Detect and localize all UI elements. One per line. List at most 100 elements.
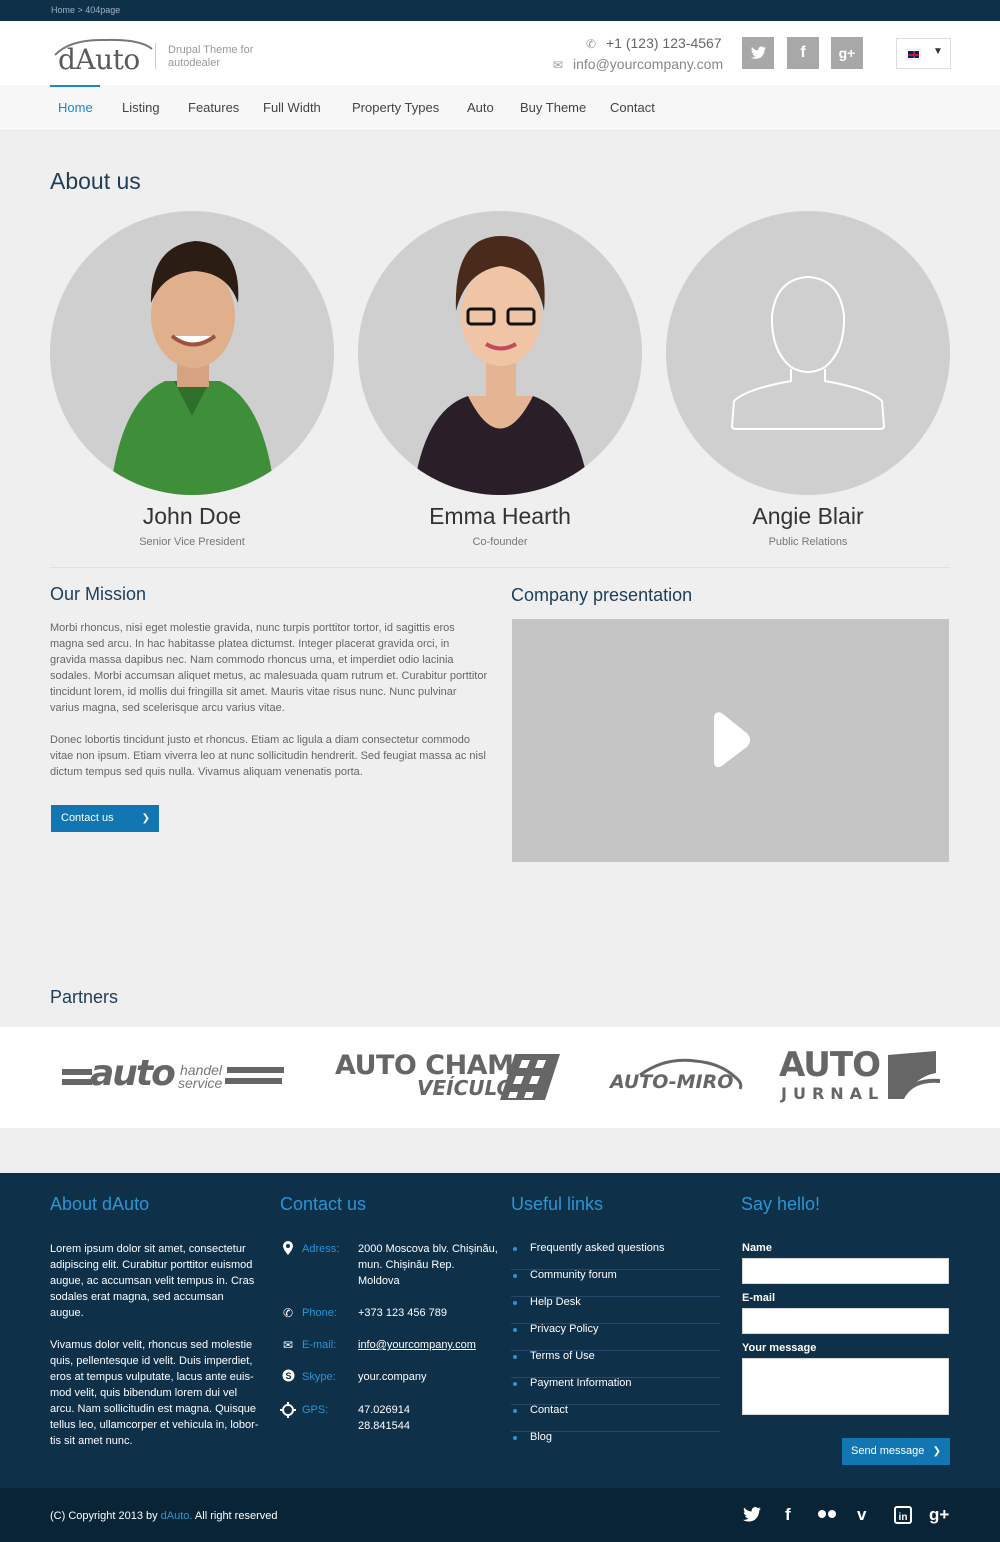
- copyright-suffix: All right reserved: [192, 1510, 278, 1522]
- partner-logo[interactable]: AUTO JURNAL: [779, 1045, 941, 1105]
- footer-link-label: Frequently asked questions: [530, 1242, 665, 1254]
- partner-logo-subtext: JURNAL: [781, 1084, 885, 1103]
- twitter-icon[interactable]: [742, 1505, 762, 1528]
- footer-link[interactable]: Contact: [511, 1404, 720, 1432]
- svg-text:in: in: [899, 1512, 908, 1523]
- copyright-bar: (C) Copyright 2013 by dAuto. All right r…: [0, 1488, 1000, 1542]
- address-value: 2000 Moscova blv. Chișinău, mun. Chișină…: [358, 1243, 498, 1287]
- bullet-icon: [513, 1409, 517, 1413]
- bullet-icon: [513, 1382, 517, 1386]
- svg-text:S: S: [285, 1371, 291, 1381]
- phone-value: +373 123 456 789: [358, 1307, 448, 1319]
- partner-logo[interactable]: AUTO-MIRO: [610, 1057, 745, 1097]
- mission-paragraph: Morbi rhoncus, nisi eget molestie gravid…: [50, 622, 488, 714]
- main-nav: Home Listing Features Full Width Propert…: [0, 85, 1000, 131]
- nav-item-listing[interactable]: Listing: [122, 100, 160, 115]
- partner-logo-subtext: service: [178, 1075, 223, 1091]
- footer-link-label: Payment Information: [530, 1377, 632, 1389]
- gps-label: GPS:: [302, 1404, 329, 1416]
- contact-us-button[interactable]: Contact us ❯: [51, 805, 159, 832]
- mission-title: Our Mission: [50, 584, 147, 604]
- footer-links-title: Useful links: [511, 1194, 604, 1214]
- nav-item-buy-theme[interactable]: Buy Theme: [520, 100, 586, 115]
- team-member-name: Emma Hearth: [429, 503, 571, 529]
- uk-flag-icon: [906, 49, 921, 60]
- header-email-text: info@yourcompany.com: [573, 56, 724, 72]
- vimeo-icon[interactable]: v: [857, 1505, 866, 1525]
- nav-item-features[interactable]: Features: [188, 100, 239, 115]
- chevron-right-icon: ❯: [141, 813, 150, 824]
- footer-link[interactable]: Frequently asked questions: [511, 1242, 720, 1270]
- footer-link[interactable]: Community forum: [511, 1269, 720, 1297]
- logo-text: dAuto: [58, 43, 140, 76]
- google-plus-icon[interactable]: g+: [831, 37, 863, 69]
- phone-label: Phone:: [302, 1307, 337, 1319]
- header: dAuto Drupal Theme for autodealer ✆ +1 (1…: [0, 21, 1000, 85]
- nav-item-auto[interactable]: Auto: [467, 100, 494, 115]
- language-select[interactable]: ▼: [896, 38, 951, 69]
- email-link[interactable]: info@yourcompany.com: [358, 1337, 498, 1353]
- map-pin-icon: [280, 1241, 296, 1259]
- facebook-icon[interactable]: f: [787, 37, 819, 69]
- footer-link[interactable]: Privacy Policy: [511, 1323, 720, 1351]
- header-phone: ✆ +1 (123) 123-4567: [586, 35, 722, 51]
- footer-link[interactable]: Terms of Use: [511, 1350, 720, 1378]
- address-label: Adress:: [302, 1243, 340, 1255]
- nav-item-contact[interactable]: Contact: [610, 100, 655, 115]
- play-icon[interactable]: [512, 619, 949, 862]
- header-phone-text: +1 (123) 123-4567: [606, 35, 722, 51]
- partner-logo[interactable]: auto handel service: [62, 1053, 287, 1097]
- team-photo: [50, 211, 334, 495]
- send-message-button[interactable]: Send message ❯: [842, 1438, 950, 1465]
- partner-logo-text: AUTO-MIRO: [610, 1071, 734, 1093]
- mission-paragraph: Donec lobortis tincidunt justo et rhoncu…: [50, 734, 486, 778]
- partners-title: Partners: [50, 987, 119, 1007]
- email-field[interactable]: [742, 1308, 949, 1334]
- contact-gps-row: GPS: 47.026914 28.841544: [280, 1402, 490, 1442]
- top-bar: Home > 404page: [0, 0, 1000, 21]
- footer-about-paragraph: Lorem ipsum dolor sit amet, consectetur …: [50, 1243, 255, 1319]
- facebook-icon[interactable]: f: [785, 1505, 791, 1525]
- partner-logo[interactable]: AUTO CHAM VEÍCULOS: [335, 1050, 565, 1105]
- footer-link-label: Community forum: [530, 1269, 617, 1281]
- phone-icon: ✆: [282, 1306, 294, 1320]
- copyright: (C) Copyright 2013 by dAuto. All right r…: [50, 1510, 277, 1522]
- video-player[interactable]: [512, 619, 949, 862]
- tagline: Drupal Theme for autodealer: [168, 44, 254, 69]
- bullet-icon: [513, 1301, 517, 1305]
- name-field[interactable]: [742, 1258, 949, 1284]
- twitter-icon[interactable]: [742, 37, 774, 69]
- google-plus-icon[interactable]: g+: [929, 1505, 949, 1525]
- footer-link[interactable]: Blog: [511, 1431, 720, 1459]
- logo-separator: [155, 43, 156, 69]
- copyright-brand-link[interactable]: dAuto.: [161, 1510, 193, 1522]
- footer-link[interactable]: Help Desk: [511, 1296, 720, 1324]
- footer: About dAuto Contact us Useful links Say …: [0, 1173, 1000, 1488]
- nav-item-full-width[interactable]: Full Width: [263, 100, 321, 115]
- logo[interactable]: dAuto: [50, 37, 160, 76]
- footer-hello-title: Say hello!: [741, 1194, 821, 1214]
- footer-contact-title: Contact us: [280, 1194, 367, 1214]
- flickr-icon[interactable]: [817, 1503, 837, 1528]
- linkedin-icon[interactable]: in: [894, 1506, 912, 1529]
- footer-link-label: Blog: [530, 1431, 553, 1443]
- page-curl-icon: [888, 1051, 941, 1099]
- partner-logo-text: AUTO: [779, 1045, 881, 1085]
- footer-link-label: Terms of Use: [530, 1350, 595, 1362]
- footer-link[interactable]: Payment Information: [511, 1377, 720, 1405]
- person-silhouette-icon: [730, 275, 886, 430]
- team-member-role: Senior Vice President: [139, 536, 245, 548]
- presentation-title: Company presentation: [511, 585, 693, 605]
- header-email[interactable]: ✉ info@yourcompany.com: [553, 56, 723, 72]
- skype-label: Skype:: [302, 1371, 336, 1383]
- team-member-role: Public Relations: [768, 536, 848, 548]
- message-textarea[interactable]: [742, 1358, 949, 1415]
- nav-item-property-types[interactable]: Property Types: [352, 100, 439, 115]
- team-photo: [358, 211, 642, 495]
- active-nav-indicator: [50, 85, 100, 87]
- checkered-flag-icon: [500, 1054, 560, 1100]
- envelope-icon: ✉: [282, 1338, 294, 1352]
- nav-item-home[interactable]: Home: [58, 100, 93, 115]
- team-photo-placeholder: [666, 211, 950, 495]
- team-member-card: Angie Blair Public Relations: [666, 211, 950, 548]
